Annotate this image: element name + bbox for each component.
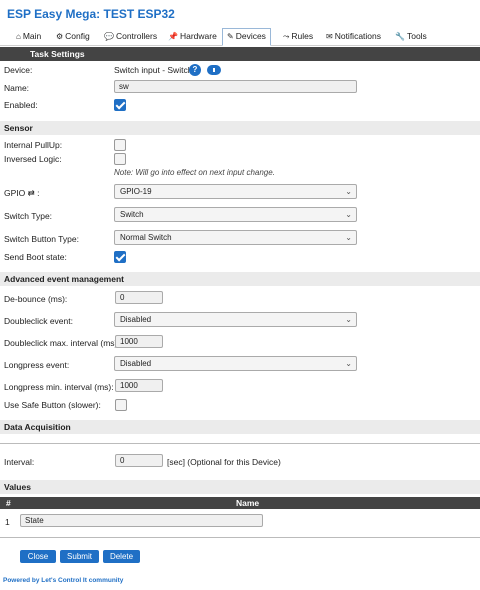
tab-label: Tools: [406, 31, 427, 41]
doubleclick-label: Doubleclick event:: [4, 316, 73, 326]
switch-type-value: Switch: [120, 210, 144, 219]
interval-label: Interval:: [4, 457, 35, 467]
name-input[interactable]: sw: [114, 80, 357, 93]
tab-label: Notifications: [334, 31, 382, 41]
doubleclick-interval-input[interactable]: 1000: [115, 335, 163, 348]
section-header-advanced: Advanced event management: [0, 272, 480, 286]
tab-rules[interactable]: ⤳ Rules: [279, 29, 317, 46]
gear-icon: ⚙: [56, 32, 64, 41]
name-label: Name:: [4, 83, 30, 93]
section-header-data-acquisition: Data Acquisition: [0, 420, 480, 434]
home-icon: ⌂: [16, 32, 21, 41]
doubleclick-interval-label: Doubleclick max. interval (ms):: [4, 338, 120, 348]
pullup-checkbox[interactable]: [114, 139, 126, 151]
tab-controllers[interactable]: 💬 Controllers: [100, 29, 161, 46]
device-label: Device:: [4, 65, 33, 75]
col-num-header: #: [6, 498, 11, 508]
section-header-sensor: Sensor: [0, 121, 480, 135]
mail-icon: ✉: [326, 32, 333, 41]
interval-suffix: [sec] (Optional for this Device): [167, 457, 281, 467]
safe-button-checkbox[interactable]: [115, 399, 127, 411]
tab-label: Controllers: [115, 31, 158, 41]
section-header-task-settings: Task Settings: [0, 47, 480, 61]
doubleclick-select[interactable]: Disabled ⌄: [114, 312, 357, 327]
gpio-select[interactable]: GPIO-19 ⌄: [114, 184, 357, 199]
tab-bar: ⌂ Main ⚙ Config 💬 Controllers 📌 Hardware ✎ De…: [0, 27, 480, 46]
tab-label: Main: [22, 31, 42, 41]
pin-icon: 📌: [168, 32, 178, 41]
debounce-label: De-bounce (ms):: [4, 294, 68, 304]
tab-tools[interactable]: 🔧 Tools: [391, 29, 431, 46]
value-row-num: 1: [5, 517, 10, 527]
footer-prefix: Powered by: [3, 577, 42, 584]
safe-button-label: Use Safe Button (slower):: [4, 400, 101, 410]
section-header-values: Values: [0, 480, 480, 494]
longpress-select[interactable]: Disabled ⌄: [114, 356, 357, 371]
tab-label: Config: [65, 31, 90, 41]
values-table-header: # Name: [0, 497, 480, 509]
chevron-down-icon: ⌄: [345, 233, 352, 242]
tab-label: Devices: [235, 31, 266, 41]
tab-label: Rules: [291, 31, 314, 41]
rules-icon: ⤳: [283, 32, 290, 41]
switch-type-select[interactable]: Switch ⌄: [114, 207, 357, 222]
longpress-value: Disabled: [120, 359, 152, 368]
gpio-label: GPIO ⇄ :: [4, 188, 40, 198]
note-text: Note: Will go into effect on next input …: [114, 168, 275, 177]
value-name-input[interactable]: State: [20, 514, 263, 527]
info-icon[interactable]: [207, 65, 221, 75]
close-button[interactable]: Close: [20, 550, 56, 563]
app-header: ESP Easy Mega: TEST ESP32: [0, 0, 480, 28]
tab-config[interactable]: ⚙ Config: [52, 29, 94, 46]
chevron-down-icon: ⌄: [345, 210, 352, 219]
inversed-label: Inversed Logic:: [4, 154, 62, 164]
switch-type-label: Switch Type:: [4, 211, 53, 221]
app-title: ESP Easy Mega: TEST ESP32: [7, 7, 175, 21]
pullup-label: Internal PullUp:: [4, 140, 63, 150]
enabled-checkbox[interactable]: [114, 99, 126, 111]
divider: [0, 443, 480, 444]
tab-label: Hardware: [179, 31, 217, 41]
footer-brand-link[interactable]: Let's Control It: [41, 577, 87, 584]
switch-button-type-select[interactable]: Normal Switch ⌄: [114, 230, 357, 245]
tab-devices[interactable]: ✎ Devices: [222, 28, 271, 46]
device-value: Switch input - Switch: [114, 65, 193, 75]
longpress-interval-input[interactable]: 1000: [115, 379, 163, 392]
chevron-down-icon: ⌄: [345, 359, 352, 368]
footer: Powered by Let's Control It community: [3, 577, 123, 584]
tab-main[interactable]: ⌂ Main: [12, 29, 45, 46]
send-boot-checkbox[interactable]: [114, 251, 126, 263]
send-boot-label: Send Boot state:: [4, 252, 67, 262]
switch-button-type-label: Switch Button Type:: [4, 234, 79, 244]
col-name-header: Name: [236, 498, 260, 508]
divider: [0, 537, 480, 538]
switch-button-type-value: Normal Switch: [120, 233, 172, 242]
chevron-down-icon: ⌄: [345, 315, 352, 324]
chat-icon: 💬: [104, 32, 114, 41]
wrench-icon: 🔧: [395, 32, 405, 41]
help-icon[interactable]: ?: [189, 64, 201, 76]
delete-button[interactable]: Delete: [103, 550, 140, 563]
chevron-down-icon: ⌄: [345, 187, 352, 196]
debounce-input[interactable]: 0: [115, 291, 163, 304]
tab-hardware[interactable]: 📌 Hardware: [164, 29, 221, 46]
tab-notifications[interactable]: ✉ Notifications: [322, 29, 385, 46]
enabled-label: Enabled:: [4, 100, 38, 110]
doubleclick-value: Disabled: [120, 315, 152, 324]
inversed-checkbox[interactable]: [114, 153, 126, 165]
longpress-label: Longpress event:: [4, 360, 70, 370]
interval-input[interactable]: 0: [115, 454, 163, 467]
submit-button[interactable]: Submit: [60, 550, 99, 563]
pencil-icon: ✎: [227, 32, 234, 41]
footer-suffix: community: [86, 577, 124, 584]
gpio-select-value: GPIO-19: [120, 187, 152, 196]
longpress-interval-label: Longpress min. interval (ms):: [4, 382, 114, 392]
